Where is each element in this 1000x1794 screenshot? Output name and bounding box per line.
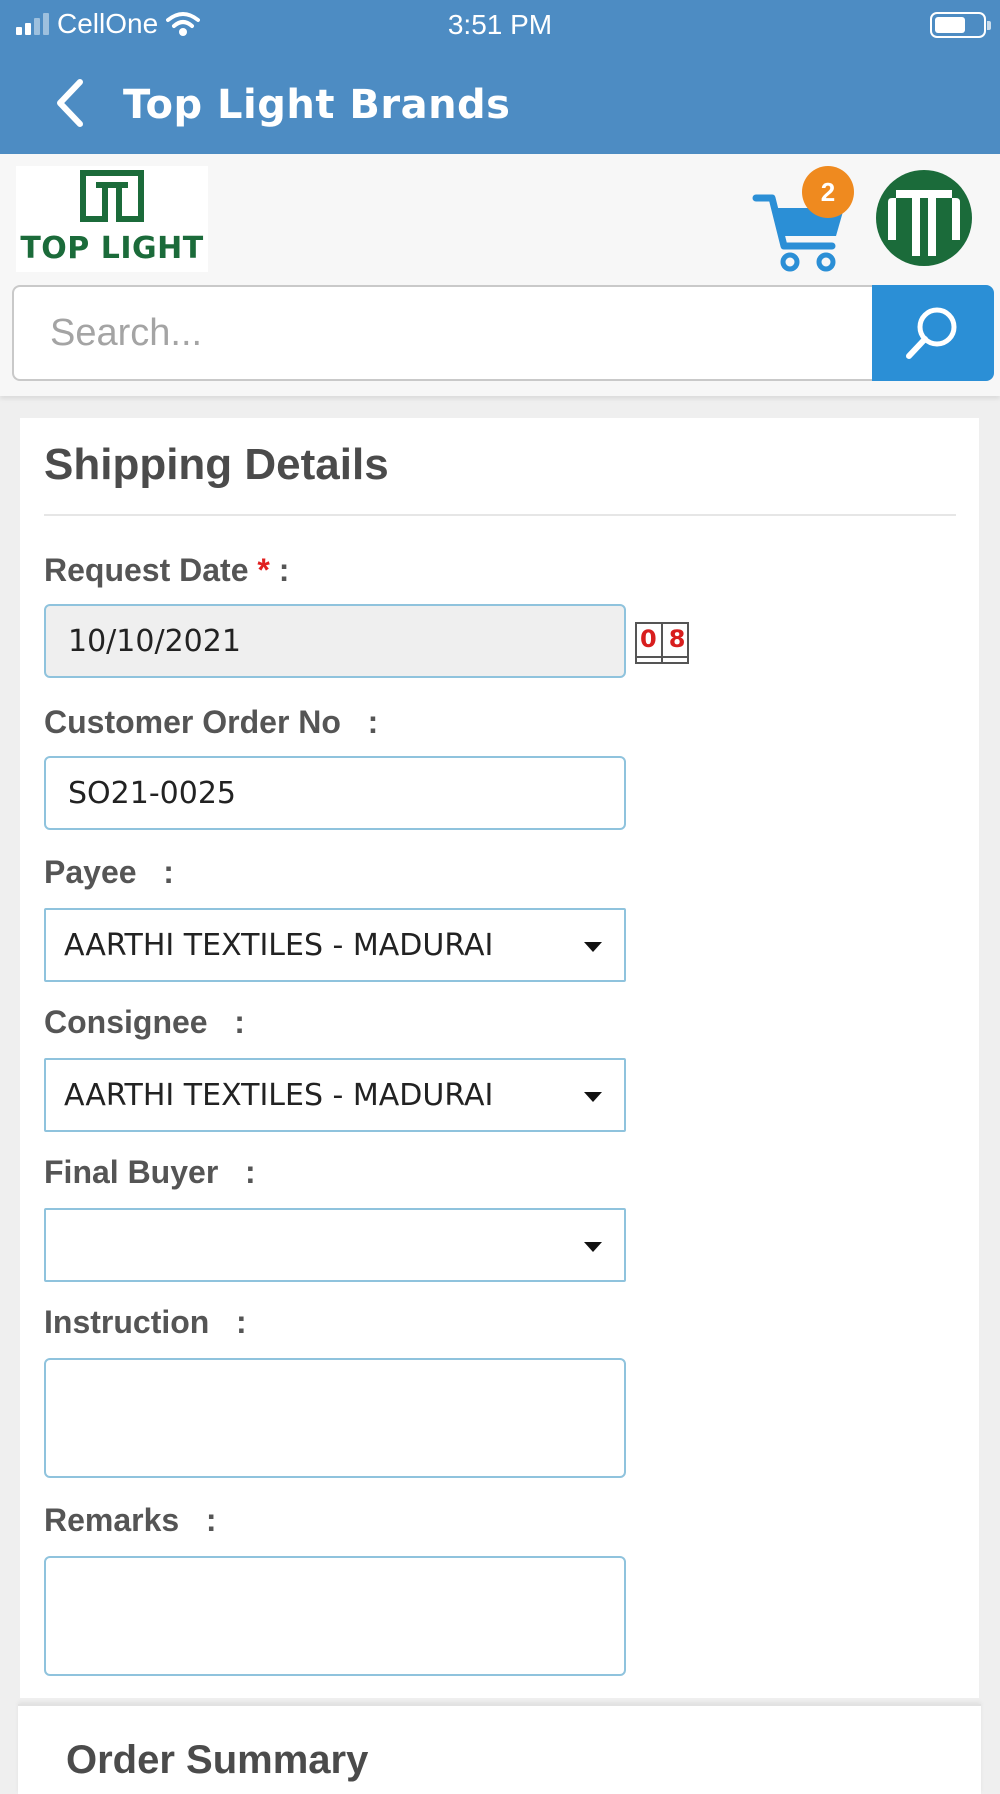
battery-icon	[930, 12, 991, 38]
remarks-textarea[interactable]	[44, 1556, 626, 1676]
brand-logo-text: TOP LIGHT	[20, 231, 204, 266]
dropdown-caret-icon	[584, 1092, 602, 1102]
payee-label: Payee :	[44, 854, 174, 890]
shipping-details-card: Shipping Details Request Date * : 10/10/…	[20, 418, 979, 1698]
customer-order-no-label: Customer Order No :	[44, 704, 379, 740]
request-date-label: Request Date * :	[44, 552, 289, 589]
status-time: 3:51 PM	[447, 9, 553, 40]
payee-value: AARTHI TEXTILES - MADURAI	[64, 927, 494, 963]
request-date-label-text: Request Date	[44, 552, 258, 588]
brand-logo[interactable]: TOP LIGHT	[16, 166, 208, 272]
required-marker: *	[257, 552, 270, 588]
divider	[44, 514, 956, 516]
cart-count-badge: 2	[802, 166, 854, 218]
instruction-label: Instruction :	[44, 1304, 247, 1340]
dropdown-caret-icon	[584, 942, 602, 952]
shipping-details-title: Shipping Details	[44, 440, 389, 489]
order-summary-card: Order Summary	[18, 1704, 981, 1794]
order-summary-title: Order Summary	[66, 1738, 369, 1782]
final-buyer-label: Final Buyer :	[44, 1154, 256, 1190]
status-bar: CellOne 3:51 PM	[0, 0, 1000, 52]
payee-select[interactable]: AARTHI TEXTILES - MADURAI	[44, 908, 626, 982]
search-bar	[12, 285, 994, 381]
calendar-icon-text: 08	[640, 625, 698, 653]
customer-order-no-field[interactable]: SO21-0025	[44, 756, 626, 830]
consignee-value: AARTHI TEXTILES - MADURAI	[64, 1077, 494, 1113]
consignee-select[interactable]: AARTHI TEXTILES - MADURAI	[44, 1058, 626, 1132]
brand-logo-mark-icon	[80, 170, 144, 222]
search-icon	[906, 307, 957, 359]
calendar-icon[interactable]: 08	[634, 619, 692, 667]
user-avatar[interactable]	[874, 168, 974, 268]
request-date-colon: :	[269, 552, 290, 588]
search-input[interactable]	[12, 285, 874, 381]
nav-bar: Top Light Brands	[0, 52, 1000, 154]
nav-title: Top Light Brands	[123, 82, 511, 128]
search-button[interactable]	[872, 285, 994, 381]
back-chevron-icon[interactable]	[50, 76, 90, 130]
request-date-field[interactable]: 10/10/2021	[44, 604, 626, 678]
consignee-label: Consignee :	[44, 1004, 245, 1040]
dropdown-caret-icon	[584, 1242, 602, 1252]
remarks-label: Remarks :	[44, 1502, 217, 1538]
instruction-textarea[interactable]	[44, 1358, 626, 1478]
final-buyer-select[interactable]	[44, 1208, 626, 1282]
customer-order-no-value: SO21-0025	[68, 775, 237, 811]
request-date-value: 10/10/2021	[68, 623, 241, 659]
app-header: TOP LIGHT 2	[0, 154, 1000, 396]
